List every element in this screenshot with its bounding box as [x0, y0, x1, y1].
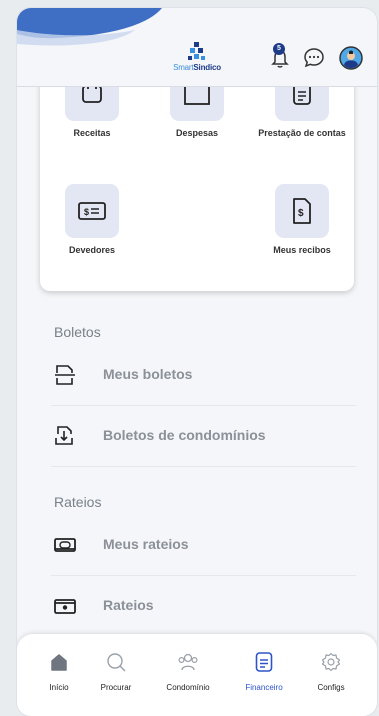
boleto-download-icon — [55, 426, 73, 445]
tile-devedores-icon-box: $ — [65, 184, 119, 238]
tab-condominio-label: Condomínio — [166, 683, 210, 692]
tile-despesas-icon-box — [170, 87, 224, 121]
tile-despesas-label: Despesas — [175, 128, 219, 138]
profile-avatar-button[interactable] — [339, 46, 363, 70]
tab-procurar-label: Procurar — [100, 683, 132, 692]
section-title-rateios: Rateios — [54, 494, 102, 510]
money-bill-icon: $ — [78, 202, 106, 220]
tab-financeiro[interactable]: Financeiro — [228, 650, 300, 692]
app-screen: SmartSindico 5 Receitas Despesas Prestaç… — [17, 8, 377, 716]
logo-text-sindico: Sindico — [193, 63, 221, 72]
wallet-icon — [54, 599, 76, 614]
home-icon — [51, 654, 67, 671]
list-item-meus-rateios-label: Meus rateios — [103, 536, 189, 552]
tile-prestacao-label: Prestação de contas — [258, 128, 346, 138]
receipt-icon — [82, 87, 102, 103]
list-item-meus-boletos[interactable]: Meus boletos — [51, 345, 356, 406]
list-item-boletos-de-condominios[interactable]: Boletos de condomínios — [51, 406, 356, 467]
notification-count-badge: 5 — [273, 43, 285, 55]
scroll-content: Receitas Despesas Prestação de contas $ … — [17, 87, 377, 642]
document-list-icon — [293, 87, 311, 105]
tile-receitas[interactable]: Receitas — [47, 87, 137, 138]
tile-receitas-icon-box — [65, 87, 119, 121]
search-icon — [107, 653, 126, 672]
tile-meus-recibos-icon-box: $ — [275, 184, 329, 238]
money-bill-icon — [54, 538, 76, 552]
tab-condominio[interactable]: Condomínio — [152, 650, 224, 692]
gear-icon — [321, 652, 341, 672]
expenses-icon — [184, 87, 210, 105]
section-title-boletos: Boletos — [54, 324, 101, 340]
messages-button[interactable] — [302, 46, 326, 70]
tile-prestacao-icon-box — [275, 87, 329, 121]
svg-text:$: $ — [298, 208, 304, 219]
tile-receitas-label: Receitas — [73, 128, 111, 138]
bottom-tab-bar: Início Procurar Condomínio Financeiro Co… — [17, 634, 377, 716]
tile-devedores-label: Devedores — [68, 245, 116, 255]
tile-meus-recibos-label: Meus recibos — [273, 245, 331, 255]
people-icon — [178, 653, 198, 671]
financeiro-card: Receitas Despesas Prestação de contas $ … — [40, 87, 354, 291]
receipt-dollar-icon: $ — [293, 198, 311, 224]
svg-text:$: $ — [84, 207, 89, 217]
chat-bubble-icon — [304, 48, 324, 68]
list-item-rateios-label: Rateios — [103, 597, 154, 613]
tile-prestacao-de-contas[interactable]: Prestação de contas — [257, 87, 347, 138]
notifications-button[interactable]: 5 — [268, 43, 292, 70]
avatar-icon — [339, 46, 363, 70]
top-bar: SmartSindico 5 — [17, 8, 377, 87]
list-item-boletos-de-condominios-label: Boletos de condomínios — [103, 427, 266, 443]
logo-text-smart: Smart — [173, 63, 194, 72]
app-logo: SmartSindico — [165, 42, 229, 76]
list-item-meus-boletos-label: Meus boletos — [103, 366, 193, 382]
tab-procurar[interactable]: Procurar — [80, 650, 152, 692]
list-item-rateios[interactable]: Rateios — [51, 576, 356, 637]
tab-financeiro-label: Financeiro — [245, 683, 283, 692]
logo-mark-icon — [188, 42, 205, 60]
tile-devedores[interactable]: $ Devedores — [47, 184, 137, 255]
boleto-icon — [55, 365, 75, 385]
logo-text: SmartSindico — [165, 63, 229, 72]
tab-configs[interactable]: Configs — [295, 650, 367, 692]
list-item-meus-rateios[interactable]: Meus rateios — [51, 515, 356, 576]
tile-despesas[interactable]: Despesas — [152, 87, 242, 138]
tile-meus-recibos[interactable]: $ Meus recibos — [257, 184, 347, 255]
document-icon — [255, 652, 273, 672]
tab-configs-label: Configs — [317, 683, 345, 692]
